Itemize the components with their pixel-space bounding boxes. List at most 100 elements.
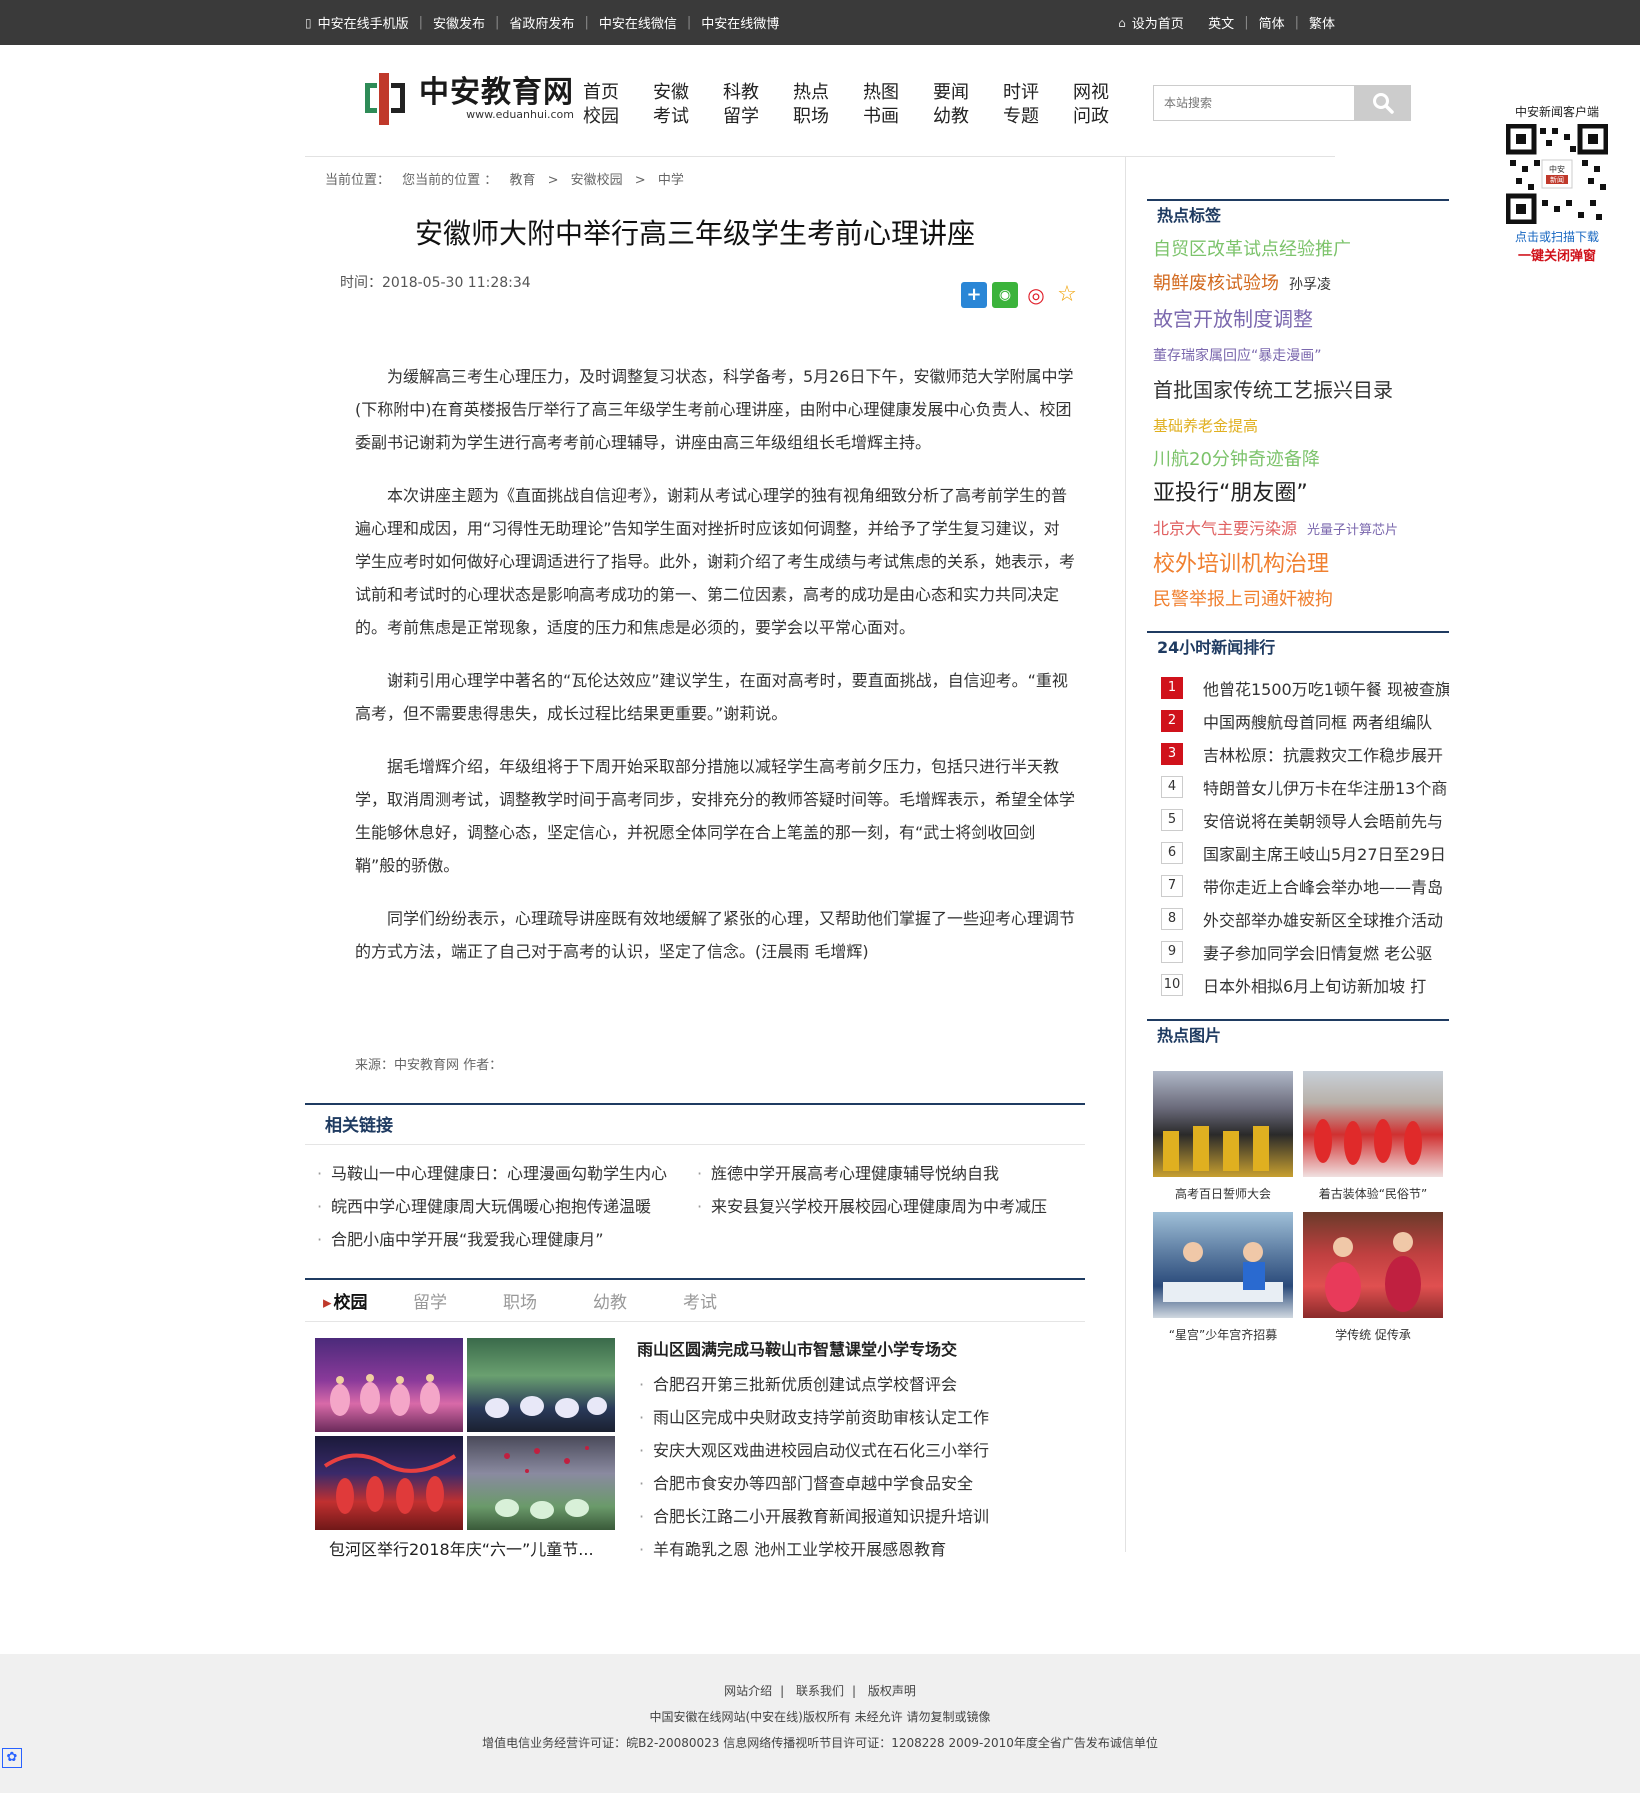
rank-item[interactable]: 5 安倍说将在美朝领导人会晤前先与 (1161, 803, 1449, 836)
english-link[interactable]: 英文 (1208, 13, 1234, 32)
baidu-paw-icon[interactable]: ✿ (2, 1748, 22, 1768)
hot-tag[interactable]: 首批国家传统工艺振兴目录 (1153, 378, 1393, 402)
related-link[interactable]: 马鞍山一中心理健康日：心理漫画勾勒学生内心 (315, 1157, 695, 1190)
campus-photo-caption[interactable]: 包河区举行2018年庆“六一”儿童节... (315, 1536, 615, 1560)
share-more-icon[interactable]: + (961, 282, 987, 308)
hot-tag[interactable]: 校外培训机构治理 (1153, 552, 1329, 577)
app-download-link[interactable]: 点击或扫描下载 (1505, 228, 1609, 245)
hot-picture[interactable]: 学传统 促传承 (1303, 1212, 1443, 1343)
campus-photo[interactable] (467, 1436, 615, 1530)
hot-tag[interactable]: 孙孚凌 (1289, 277, 1331, 293)
campus-photo[interactable] (467, 1338, 615, 1432)
list-item[interactable]: 合肥长江路二小开展教育新闻报道知识提升培训 (637, 1500, 989, 1533)
nav-hot[interactable]: 热点 (793, 82, 829, 103)
nav-inquiry[interactable]: 问政 (1073, 106, 1109, 127)
hot-tag[interactable]: 亚投行“朋友圈” (1153, 481, 1308, 506)
tab-career[interactable]: 职场 (503, 1288, 593, 1313)
list-item[interactable]: 雨山区完成中央财政支持学前资助审核认定工作 (637, 1401, 989, 1434)
nav-comment[interactable]: 时评 (1003, 82, 1039, 103)
list-item[interactable]: 羊有跪乳之恩 池州工业学校开展感恩教育 (637, 1533, 989, 1566)
footer-contact-link[interactable]: 联系我们 (796, 1684, 844, 1698)
nav-home[interactable]: 首页 (583, 82, 619, 103)
hot-tag[interactable]: 北京大气主要污染源 (1153, 519, 1297, 538)
nav-exam[interactable]: 考试 (653, 106, 689, 127)
related-link[interactable]: 旌德中学开展高考心理健康辅导悦纳自我 (695, 1157, 1075, 1190)
nav-science[interactable]: 科教 (723, 82, 759, 103)
article-paragraph: 同学们纷纷表示，心理疏导讲座既有效地缓解了紧张的心理，又帮助他们掌握了一些迎考心… (355, 909, 1076, 961)
breadcrumb-prefix: 您当前的位置 ： (402, 173, 498, 188)
top-link-weibo[interactable]: 中安在线微博 (701, 13, 779, 32)
list-item[interactable]: 合肥市食安办等四部门督查卓越中学食品安全 (637, 1467, 989, 1500)
nav-video[interactable]: 网视 (1073, 82, 1109, 103)
simplified-link[interactable]: 简体 (1259, 13, 1285, 32)
campus-photo-block[interactable]: 包河区举行2018年庆“六一”儿童节... (315, 1338, 615, 1566)
footer-about-link[interactable]: 网站介绍 (724, 1684, 772, 1698)
campus-photo[interactable] (315, 1436, 463, 1530)
list-item[interactable]: 安庆大观区戏曲进校园启动仪式在石化三小举行 (637, 1434, 989, 1467)
hot-tag[interactable]: 董存瑞家属回应“暴走漫画” (1153, 348, 1322, 364)
qr-code-icon[interactable]: 中安 新闻 (1505, 123, 1609, 225)
nav-calligraphy[interactable]: 书画 (863, 106, 899, 127)
rank-item[interactable]: 3 吉林松原：抗震救灾工作稳步展开 (1161, 737, 1449, 770)
rank-item[interactable]: 7 带你走近上合峰会举办地——青岛 (1161, 869, 1449, 902)
hot-tag[interactable]: 自贸区改革试点经验推广 (1153, 239, 1351, 260)
nav-campus[interactable]: 校园 (583, 106, 619, 127)
traditional-link[interactable]: 繁体 (1309, 13, 1335, 32)
nav-career[interactable]: 职场 (793, 106, 829, 127)
home-icon: ⌂ (1118, 15, 1126, 30)
related-link[interactable]: 皖西中学心理健康周大玩偶暖心抱抱传递温暖 (315, 1190, 695, 1223)
rank-item[interactable]: 6 国家副主席王岐山5月27日至29日 (1161, 836, 1449, 869)
hot-picture[interactable]: 高考百日誓师大会 (1153, 1071, 1293, 1202)
breadcrumb-campus[interactable]: 安徽校园 (571, 173, 623, 188)
share-bar: + ◉ ◎ ☆ (956, 282, 1080, 308)
article-source: 来源：中安教育网 作者： (355, 1058, 503, 1073)
nav-hot-pics[interactable]: 热图 (863, 82, 899, 103)
search-input[interactable] (1153, 85, 1355, 121)
top-link-anhui-release[interactable]: 安徽发布 (433, 13, 485, 32)
breadcrumb-middle-school[interactable]: 中学 (658, 173, 684, 188)
tab-preschool[interactable]: 幼教 (593, 1288, 683, 1313)
rank-item[interactable]: 8 外交部举办雄安新区全球推介活动 (1161, 902, 1449, 935)
favorite-icon[interactable]: ☆ (1054, 282, 1080, 308)
hot-tag[interactable]: 川航20分钟奇迹备降 (1153, 449, 1320, 470)
mobile-icon: ▯ (305, 15, 312, 30)
nav-study-abroad[interactable]: 留学 (723, 106, 759, 127)
top-bar: ▯ 中安在线手机版 | 安徽发布 | 省政府发布 | 中安在线微信 | 中安在线… (0, 0, 1640, 45)
rank-item[interactable]: 2 中国两艘航母首同框 两者组编队 (1161, 704, 1449, 737)
nav-topics[interactable]: 专题 (1003, 106, 1039, 127)
hot-picture[interactable]: “星宫”少年宫齐招募 (1153, 1212, 1293, 1343)
search-button[interactable] (1355, 85, 1411, 121)
hot-tag[interactable]: 基础养老金提高 (1153, 417, 1258, 435)
nav-anhui[interactable]: 安徽 (653, 82, 689, 103)
weibo-share-icon[interactable]: ◎ (1023, 282, 1049, 308)
hot-tag[interactable]: 朝鲜废核试验场 (1153, 273, 1279, 294)
hot-tag[interactable]: 光量子计算芯片 (1307, 523, 1398, 538)
top-link-mobile[interactable]: 中安在线手机版 (318, 13, 409, 32)
set-homepage-link[interactable]: 设为首页 (1132, 13, 1184, 32)
tag-row: 川航20分钟奇迹备降 (1153, 443, 1449, 477)
footer-copyright-link[interactable]: 版权声明 (868, 1684, 916, 1698)
top-link-wechat[interactable]: 中安在线微信 (599, 13, 677, 32)
rank-item[interactable]: 9 妻子参加同学会旧情复燃 老公驱 (1161, 935, 1449, 968)
nav-news[interactable]: 要闻 (933, 82, 969, 103)
hot-tag[interactable]: 故宫开放制度调整 (1153, 307, 1313, 331)
wechat-share-icon[interactable]: ◉ (992, 282, 1018, 308)
tab-exam[interactable]: 考试 (683, 1288, 773, 1313)
rank-item[interactable]: 1 他曾花1500万吃1顿午餐 现被查旗 (1161, 671, 1449, 704)
campus-photo[interactable] (315, 1338, 463, 1432)
close-popup-link[interactable]: 一键关闭弹窗 (1505, 245, 1609, 264)
hot-picture[interactable]: 着古装体验“民俗节” (1303, 1071, 1443, 1202)
hot-tag[interactable]: 民警举报上司通奸被拘 (1153, 589, 1333, 610)
tab-study-abroad[interactable]: 留学 (413, 1288, 503, 1313)
top-link-gov-release[interactable]: 省政府发布 (509, 13, 574, 32)
campus-headline[interactable]: 雨山区圆满完成马鞍山市智慧课堂小学专场交 (637, 1338, 989, 1362)
tab-campus[interactable]: 校园 (323, 1288, 413, 1313)
breadcrumb-education[interactable]: 教育 (509, 173, 535, 188)
related-link[interactable]: 来安县复兴学校开展校园心理健康周为中考减压 (695, 1190, 1075, 1223)
site-logo[interactable]: 中安教育网 www.eduanhui.com (365, 73, 574, 125)
rank-item[interactable]: 4 特朗普女儿伊万卡在华注册13个商 (1161, 770, 1449, 803)
nav-preschool[interactable]: 幼教 (933, 106, 969, 127)
list-item[interactable]: 合肥召开第三批新优质创建试点学校督评会 (637, 1368, 989, 1401)
rank-item[interactable]: 10 日本外相拟6月上旬访新加坡 打 (1161, 968, 1449, 1001)
related-link[interactable]: 合肥小庙中学开展“我爱我心理健康月” (315, 1223, 695, 1256)
